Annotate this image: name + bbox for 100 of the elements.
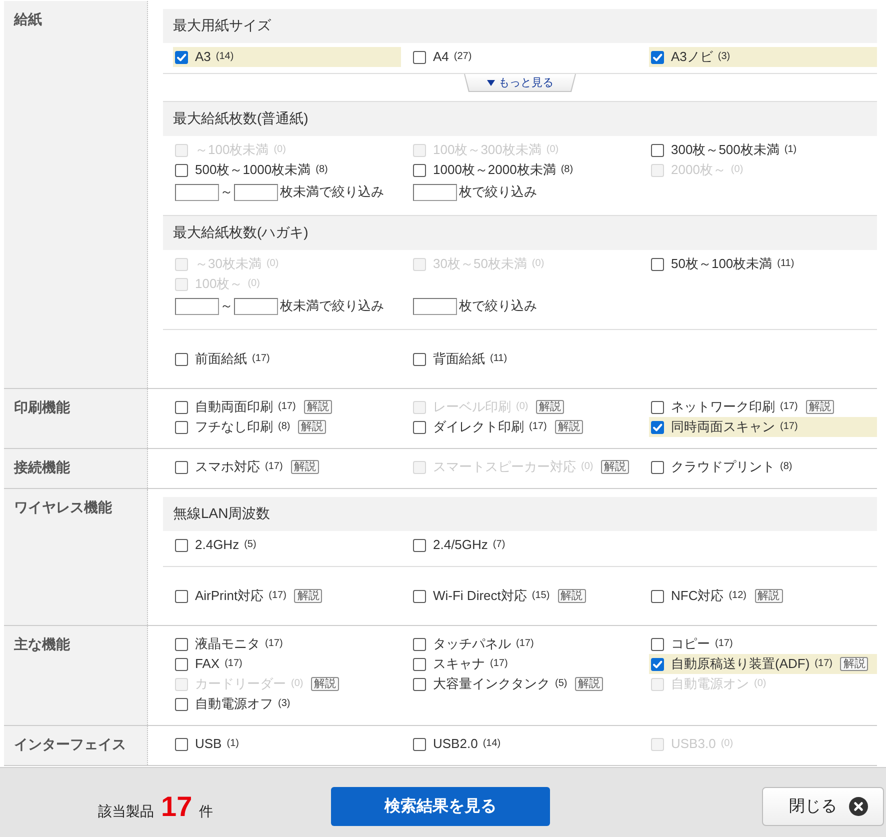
help-button[interactable]: 解説 <box>294 589 322 603</box>
checkbox[interactable] <box>651 144 664 157</box>
option-count: (17) <box>814 657 832 671</box>
group-title: 最大給紙枚数(ハガキ) <box>163 216 877 250</box>
section-label: 給紙 <box>4 1 148 388</box>
option-label: A4 <box>433 48 449 66</box>
close-icon <box>849 797 868 816</box>
section-label: 主な機能 <box>4 626 148 725</box>
section-label: ワイヤレス機能 <box>4 489 148 625</box>
option-label: 液晶モニタ <box>195 635 260 653</box>
checkbox[interactable] <box>413 51 426 64</box>
checkbox[interactable] <box>413 590 426 603</box>
checkbox[interactable] <box>175 638 188 651</box>
filter-label: 枚未満で絞り込み <box>280 298 384 314</box>
option-count: (17) <box>780 400 798 414</box>
checkbox[interactable] <box>175 421 188 434</box>
help-button[interactable]: 解説 <box>554 420 583 434</box>
section-label: 印刷機能 <box>4 389 148 448</box>
option-label: USB <box>195 735 222 753</box>
checkbox[interactable] <box>651 590 664 603</box>
checkbox[interactable] <box>413 658 426 671</box>
option-count: (3) <box>718 50 730 64</box>
number-input[interactable] <box>175 298 219 314</box>
option-label: 自動電源オフ <box>195 695 273 713</box>
option-label: ネットワーク印刷 <box>671 398 775 416</box>
option-label: A3 <box>195 48 211 66</box>
option-label: スマホ対応 <box>195 458 260 476</box>
section-label: インターフェイス <box>4 726 148 765</box>
checkbox[interactable] <box>413 353 426 366</box>
checkbox[interactable] <box>651 638 664 651</box>
search-results-button[interactable]: 検索結果を見る <box>331 787 550 826</box>
close-button[interactable]: 閉じる <box>762 787 884 826</box>
result-label: 該当製品 <box>98 802 154 820</box>
checkbox[interactable] <box>651 401 664 414</box>
option-count: (5) <box>555 677 568 691</box>
checkbox[interactable] <box>413 539 426 552</box>
option-count: (17) <box>268 589 286 603</box>
help-button[interactable]: 解説 <box>304 400 332 414</box>
number-input[interactable] <box>234 298 278 314</box>
option-label: 前面給紙 <box>195 350 247 368</box>
checkbox[interactable] <box>651 658 664 671</box>
checkbox[interactable] <box>413 678 426 691</box>
checkbox[interactable] <box>413 738 426 751</box>
help-button[interactable]: 解説 <box>806 400 834 414</box>
option-label: 自動両面印刷 <box>195 398 273 416</box>
option-count: (14) <box>216 50 234 64</box>
number-input[interactable] <box>175 184 219 200</box>
group-title: 無線LAN周波数 <box>163 497 877 531</box>
option-label: 自動原稿送り装置(ADF) <box>671 655 810 673</box>
checkbox[interactable] <box>651 461 664 474</box>
option-count: (8) <box>560 163 574 177</box>
option-count: (12) <box>728 589 747 603</box>
help-button[interactable]: 解説 <box>575 677 604 691</box>
checkbox[interactable] <box>175 738 188 751</box>
option-count: (15) <box>532 589 550 603</box>
checkbox[interactable] <box>413 638 426 651</box>
option-count: (14) <box>482 737 501 751</box>
help-button[interactable]: 解説 <box>298 420 326 434</box>
option-label: 50枚～100枚未満 <box>671 255 772 273</box>
number-input[interactable] <box>234 184 278 200</box>
checkbox[interactable] <box>175 51 188 64</box>
checkbox[interactable] <box>175 590 188 603</box>
option-label: コピー <box>671 635 710 653</box>
option-count: (8) <box>780 460 792 474</box>
number-input[interactable] <box>413 184 457 200</box>
checkbox[interactable] <box>175 353 188 366</box>
option-label: 1000枚～2000枚未満 <box>433 161 556 179</box>
option-label: 大容量インクタンク <box>433 675 550 693</box>
range-separator: ～ <box>219 298 234 314</box>
section-label: 接続機能 <box>4 449 148 488</box>
checkbox[interactable] <box>413 164 426 177</box>
checkbox[interactable] <box>175 401 188 414</box>
option-count: (17) <box>490 657 508 671</box>
checkbox[interactable] <box>651 258 664 271</box>
checkbox[interactable] <box>175 539 188 552</box>
option-label: 500枚～1000枚未満 <box>195 161 311 179</box>
option-count: (8) <box>278 420 290 434</box>
checkbox[interactable] <box>175 698 188 711</box>
checkbox[interactable] <box>175 164 188 177</box>
option-count: (27) <box>454 50 472 64</box>
number-input[interactable] <box>413 298 457 314</box>
help-button[interactable]: 解説 <box>840 657 868 671</box>
option-count: (17) <box>224 657 242 671</box>
option-count: (11) <box>490 352 508 366</box>
option-count: (5) <box>244 538 256 552</box>
option-count: (1) <box>784 143 797 157</box>
option-count: (17) <box>715 637 733 651</box>
show-more-tab[interactable]: もっと見る <box>464 74 576 92</box>
checkbox[interactable] <box>651 421 664 434</box>
help-button[interactable]: 解説 <box>754 589 783 603</box>
checkbox[interactable] <box>175 461 188 474</box>
option-count: (17) <box>265 637 283 651</box>
option-label: 背面給紙 <box>433 350 485 368</box>
option-label: 同時両面スキャン <box>671 418 775 436</box>
checkbox[interactable] <box>175 658 188 671</box>
checkbox[interactable] <box>413 421 426 434</box>
option-count: (8) <box>316 163 328 177</box>
checkbox[interactable] <box>651 51 664 64</box>
help-button[interactable]: 解説 <box>558 589 586 603</box>
help-button[interactable]: 解説 <box>290 460 319 474</box>
